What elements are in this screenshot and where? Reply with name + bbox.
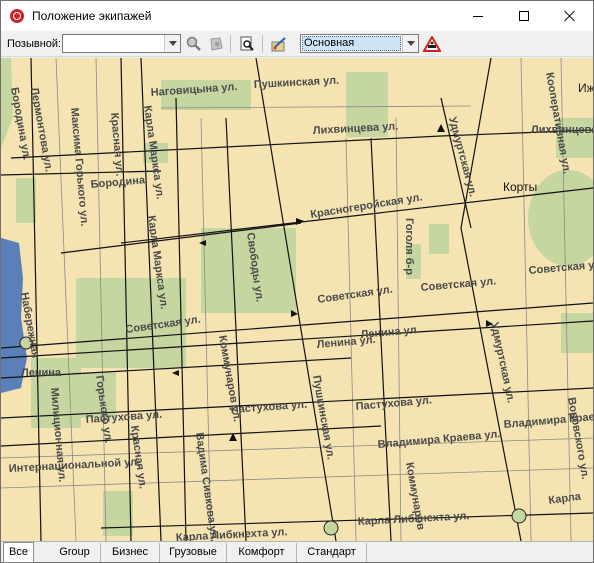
street-label: Карла Либкнехта ул. <box>176 526 288 541</box>
toolbar: Позывной: Основная <box>1 31 593 57</box>
callsign-label: Позывной: <box>7 38 62 50</box>
map-style-dropdown-button[interactable] <box>402 35 418 52</box>
road-warning-button[interactable] <box>422 34 442 54</box>
street-label: Пушкинская ул. <box>254 75 340 91</box>
tab-comfort[interactable]: Комфорт <box>227 543 297 562</box>
street-label: Владимира Краева ул. <box>377 428 501 451</box>
map-edit-button[interactable] <box>269 34 289 54</box>
zoom-out-icon <box>210 37 223 51</box>
map-style-combobox[interactable]: Основная <box>300 34 419 53</box>
tab-business[interactable]: Бизнес <box>101 543 160 562</box>
window-title: Положение экипажей <box>32 9 152 23</box>
street-label: Гоголя б-р <box>403 218 415 275</box>
callsign-dropdown-button[interactable] <box>164 35 180 52</box>
street-label: Интернациональной ул. <box>9 456 141 475</box>
park <box>429 224 449 254</box>
tab-label: Все <box>9 546 28 558</box>
chevron-down-icon <box>168 41 177 46</box>
tab-label: Group <box>59 546 90 558</box>
find-page-button[interactable] <box>237 34 257 54</box>
maximize-button[interactable] <box>501 1 547 31</box>
street-label: Пастухова ул. <box>230 399 307 416</box>
title-bar[interactable]: Положение экипажей <box>1 1 593 31</box>
street-label: Пастухова ул. <box>355 394 432 413</box>
street-label: Советская ул. <box>317 284 394 306</box>
tab-label: Грузовые <box>169 546 217 558</box>
street-label: Советская ул. <box>528 258 593 277</box>
chevron-down-icon <box>406 41 415 46</box>
app-logo-icon <box>10 9 24 23</box>
tab-standard[interactable]: Стандарт <box>297 543 367 562</box>
toolbar-separator <box>262 35 263 53</box>
callsign-combobox[interactable] <box>62 34 181 53</box>
minimize-icon <box>473 15 483 17</box>
tab-all[interactable]: Все <box>3 542 34 563</box>
toolbar-separator <box>230 35 231 53</box>
street-label: Карла <box>548 490 583 507</box>
street-label: Бородина ул. <box>8 86 33 160</box>
district-label: Иж <box>578 81 593 95</box>
zoom-in-icon <box>186 36 201 51</box>
place-label: Корты <box>503 180 537 194</box>
street-label: Максима Горького ул. <box>68 107 90 227</box>
tab-cargo[interactable]: Грузовые <box>160 543 227 562</box>
close-button[interactable] <box>547 1 593 31</box>
category-tabbar: Все Group Бизнес Грузовые Комфорт Станда… <box>1 541 593 563</box>
street-label: Красногеройская ул. <box>310 191 424 221</box>
zoom-in-button[interactable] <box>184 34 204 54</box>
tab-group[interactable]: Group <box>49 543 101 562</box>
main-window: Положение экипажей Позывной: Основная На… <box>0 0 594 563</box>
city-map[interactable]: Наговицына ул. Пушкинская ул. Лихвинцева… <box>1 58 593 541</box>
road-warning-icon <box>423 36 441 52</box>
zoom-out-button[interactable] <box>206 34 226 54</box>
map-canvas[interactable]: Наговицына ул. Пушкинская ул. Лихвинцева… <box>1 58 593 541</box>
street-label: Советская ул. <box>420 275 496 294</box>
find-page-icon <box>240 36 254 51</box>
map-style-value: Основная <box>304 37 355 49</box>
park <box>16 178 36 223</box>
street-label: Ленина <box>21 367 62 379</box>
street-label: Ленина ул. <box>360 324 420 341</box>
park <box>561 313 593 353</box>
maximize-icon <box>519 11 529 21</box>
minimize-button[interactable] <box>455 1 501 31</box>
map-edit-icon <box>271 37 286 52</box>
tab-label: Комфорт <box>238 546 285 558</box>
close-icon <box>564 10 576 22</box>
park <box>528 170 593 266</box>
tab-label: Стандарт <box>307 546 356 558</box>
park <box>103 491 133 536</box>
tab-label: Бизнес <box>111 546 149 558</box>
